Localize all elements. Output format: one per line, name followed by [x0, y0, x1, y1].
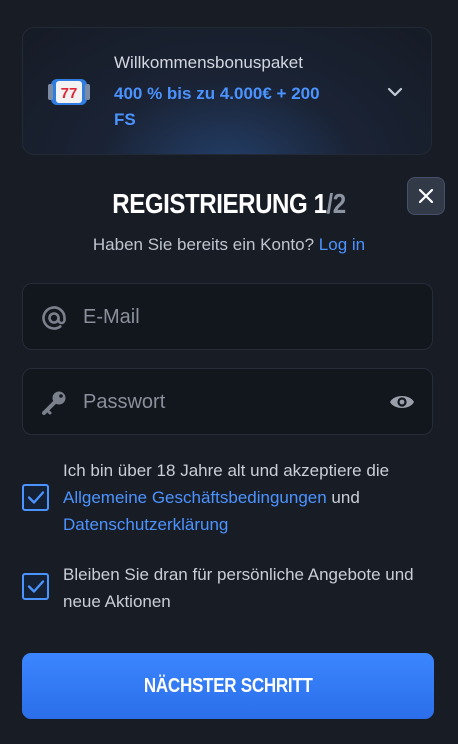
terms-consent-text: Ich bin über 18 Jahre alt und akzeptiere…: [63, 457, 433, 538]
terms-link[interactable]: Allgemeine Geschäftsbedingungen: [63, 488, 327, 507]
password-field[interactable]: Passwort: [22, 368, 433, 435]
svg-text:77: 77: [61, 85, 78, 102]
page-title: REGISTRIERUNG 1/2: [32, 188, 426, 220]
email-field[interactable]: E-Mail: [22, 283, 433, 350]
next-step-label: NÄCHSTER SCHRITT: [143, 674, 313, 697]
newsletter-consent-text: Bleiben Sie dran für persönliche Angebot…: [63, 565, 414, 611]
newsletter-checkbox[interactable]: [22, 573, 49, 600]
login-link[interactable]: Log in: [319, 235, 365, 254]
terms-text-and: und: [331, 488, 360, 507]
welcome-bonus-banner[interactable]: 77 Willkommensbonuspaket 400 % bis zu 4.…: [22, 27, 432, 155]
bonus-title: Willkommensbonuspaket: [114, 53, 303, 72]
at-sign-icon: [42, 306, 66, 330]
login-prompt-text: Haben Sie bereits ein Konto?: [92, 235, 315, 254]
key-icon: [42, 391, 66, 415]
password-placeholder: Passwort: [83, 391, 166, 413]
checkmark-icon: [27, 580, 45, 593]
chevron-down-icon[interactable]: [385, 82, 405, 102]
privacy-link[interactable]: Datenschutzerklärung: [63, 515, 228, 534]
login-prompt: Haben Sie bereits ein Konto? Log in: [0, 235, 458, 255]
email-placeholder: E-Mail: [83, 306, 140, 328]
terms-text-before: Ich bin über 18 Jahre alt und akzeptiere…: [63, 461, 390, 480]
terms-checkbox[interactable]: [22, 484, 49, 511]
title-step-total: 2: [332, 188, 346, 219]
title-step-current: REGISTRIERUNG 1: [112, 188, 327, 219]
checkmark-icon: [27, 491, 45, 504]
bonus-offer: 400 % bis zu 4.000€ + 200 FS: [114, 84, 320, 129]
slot-machine-777-icon: 77: [48, 79, 90, 105]
next-step-button[interactable]: NÄCHSTER SCHRITT: [22, 653, 434, 719]
eye-icon[interactable]: [389, 391, 415, 413]
